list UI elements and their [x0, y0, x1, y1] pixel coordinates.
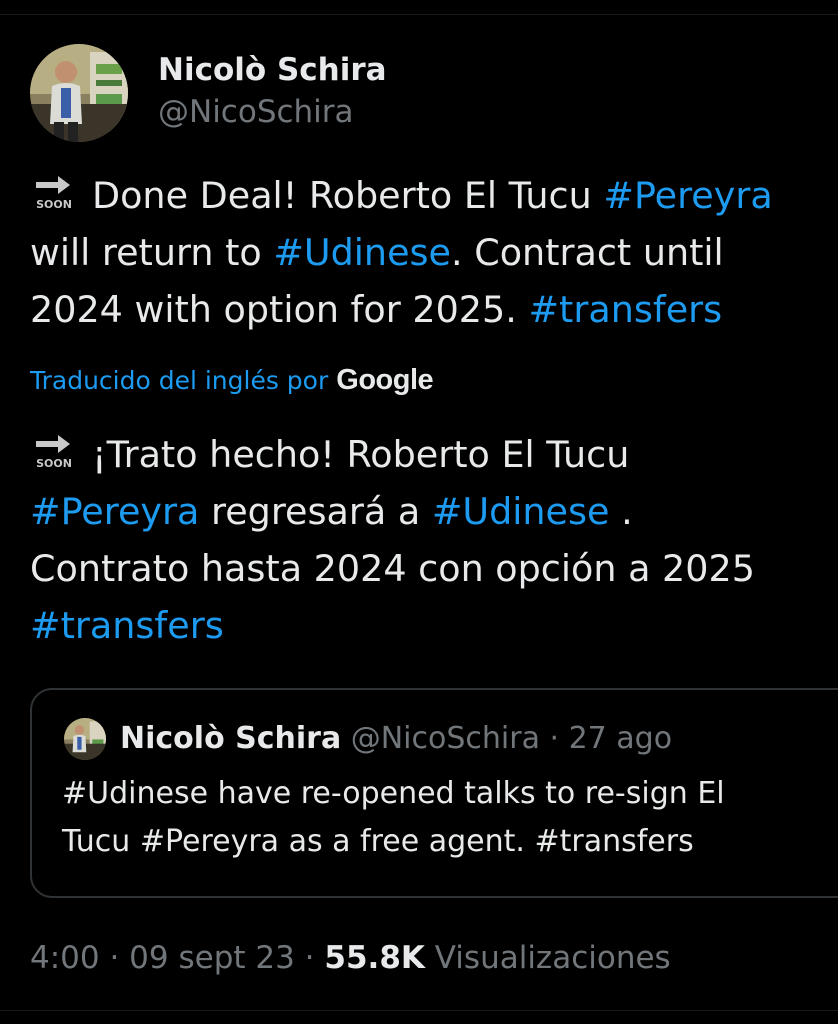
author-avatar[interactable] — [30, 44, 128, 142]
profile-photo-icon — [64, 718, 106, 760]
tweet-text-segment: Done Deal! Roberto El Tucu — [92, 174, 604, 217]
author-handle[interactable]: @NicoSchira — [158, 94, 354, 130]
hashtag-link[interactable]: #Pereyra — [30, 490, 199, 533]
translation-attribution[interactable]: Traducido del inglés por Google — [30, 362, 434, 398]
translated-line-1: SOON ¡Trato hecho! Roberto El Tucu — [30, 426, 838, 483]
top-divider — [0, 14, 838, 15]
quoted-tweet-card[interactable]: Nicolò Schira @NicoSchira · 27 ago #Udin… — [30, 688, 838, 898]
profile-photo-icon — [30, 44, 128, 142]
tweet-text-segment: . Contract until — [451, 231, 724, 274]
hashtag-link[interactable]: #Udinese — [432, 490, 610, 533]
views-label: Visualizaciones — [424, 940, 671, 976]
quote-header: Nicolò Schira @NicoSchira · 27 ago — [120, 718, 672, 760]
translated-text-segment: regresará a — [199, 490, 432, 533]
translated-text-segment: Contrato hasta 2024 con opción a 2025 — [30, 547, 755, 590]
svg-text:SOON: SOON — [36, 457, 72, 470]
tweet-text-segment: 2024 with option for 2025. — [30, 288, 529, 331]
tweet-line-1: SOON Done Deal! Roberto El Tucu #Pereyra — [30, 167, 838, 224]
quote-body: #Udinese have re-opened talks to re-sign… — [62, 770, 725, 866]
bottom-divider — [0, 1010, 838, 1011]
quote-handle-date: @NicoSchira · 27 ago — [341, 721, 673, 756]
translated-line-4: #transfers — [30, 597, 838, 654]
hashtag-link[interactable]: #Udinese — [273, 231, 451, 274]
translated-text-segment: ¡Trato hecho! Roberto El Tucu — [92, 433, 630, 476]
quote-line-1: #Udinese have re-opened talks to re-sign… — [62, 776, 725, 811]
quote-author-avatar — [64, 718, 106, 760]
timestamp[interactable]: 4:00 · 09 sept 23 · — [30, 940, 324, 976]
soon-arrow-icon: SOON — [30, 172, 78, 212]
views-count: 55.8K — [324, 940, 425, 976]
hashtag-link[interactable]: #Pereyra — [603, 174, 772, 217]
translated-body: SOON ¡Trato hecho! Roberto El Tucu #Pere… — [30, 426, 838, 654]
quote-author-name: Nicolò Schira — [120, 721, 342, 756]
author-display-name[interactable]: Nicolò Schira — [158, 52, 387, 88]
hashtag-link[interactable]: #transfers — [30, 604, 224, 647]
tweet-line-3: 2024 with option for 2025. #transfers — [30, 281, 838, 338]
translation-label[interactable]: Traducido del inglés por — [30, 366, 328, 395]
tweet-text-segment: will return to — [30, 231, 274, 274]
translated-line-2: #Pereyra regresará a #Udinese . — [30, 483, 838, 540]
google-logo: Google — [336, 363, 434, 396]
translated-text-segment: . — [609, 490, 633, 533]
soon-arrow-icon: SOON — [30, 431, 78, 471]
hashtag-link[interactable]: #transfers — [528, 288, 722, 331]
tweet-line-2: will return to #Udinese. Contract until — [30, 224, 838, 281]
quote-line-2: Tucu #Pereyra as a free agent. #transfer… — [62, 824, 694, 859]
svg-text:SOON: SOON — [36, 198, 72, 211]
translated-line-3: Contrato hasta 2024 con opción a 2025 — [30, 540, 838, 597]
tweet-meta: 4:00 · 09 sept 23 · 55.8K Visualizacione… — [30, 936, 671, 980]
tweet-body: SOON Done Deal! Roberto El Tucu #Pereyra… — [30, 167, 838, 338]
